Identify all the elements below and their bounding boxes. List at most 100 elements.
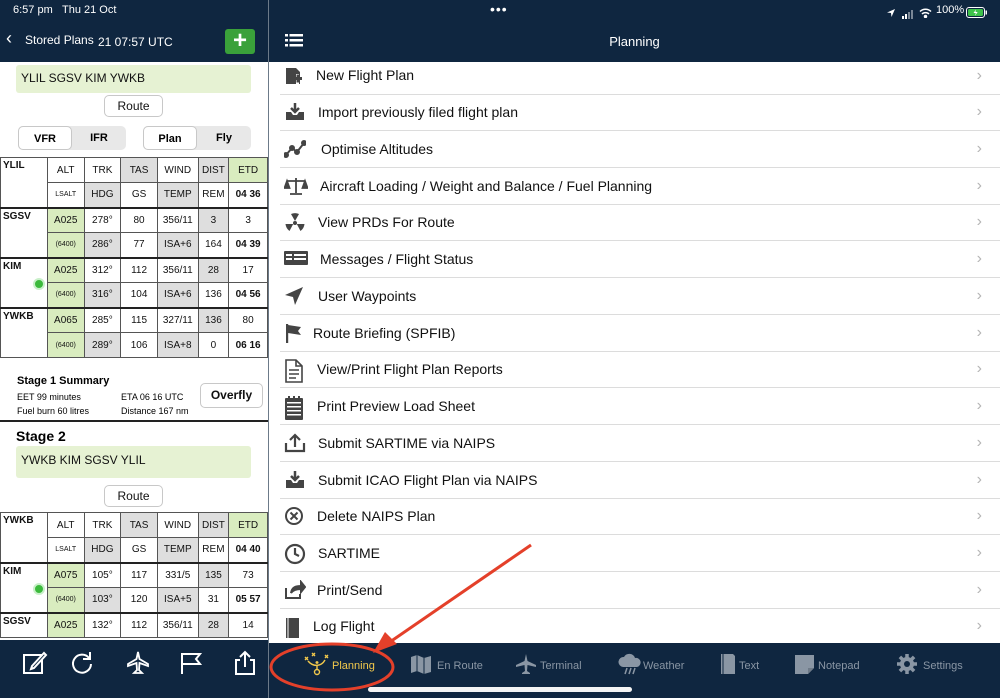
menu-item-new-flight-plan[interactable]: New Flight Plan › [280,58,1000,95]
menu-item-submit-icao[interactable]: Submit ICAO Flight Plan via NAIPS › [280,462,1000,499]
multitasking-dots-icon[interactable]: ••• [490,1,508,17]
gear-icon [896,653,918,675]
status-time: 6:57 pm [13,4,53,16]
table-cell: 285° [83,306,122,333]
table-cell[interactable]: A065 [46,306,85,333]
fly-segment[interactable]: Fly [197,126,251,150]
battery-icon [966,5,988,23]
chevron-right-icon: › [976,507,982,524]
status-date: Thu 21 Oct [62,4,117,16]
position-dot-icon [33,277,45,290]
table-cell[interactable]: 356/11 [156,611,199,638]
refresh-icon[interactable] [69,650,95,676]
tab-label: Notepad [818,660,860,672]
waypoint-kim[interactable]: KIM [0,256,48,308]
etd-time[interactable]: 04 40 [228,537,268,563]
table-cell[interactable]: A025 [46,256,85,283]
add-plan-button[interactable]: + [225,29,255,54]
table-cell: 135 [197,561,230,588]
table-cell: ISA+5 [156,587,199,613]
stage1-route-text[interactable]: YLIL SGSV KIM YWKB [16,65,251,93]
vfr-segment[interactable]: VFR [18,126,72,150]
waypoint-kim[interactable]: KIM [0,561,48,613]
waypoint-sgsv[interactable]: SGSV [0,206,48,258]
table-cell: ISA+8 [156,332,199,358]
table-cell: 120 [120,587,158,613]
table-cell[interactable]: 331/5 [156,561,199,588]
share-icon[interactable] [232,650,258,676]
table-cell[interactable]: 327/11 [156,306,199,333]
menu-label: New Flight Plan [316,67,415,83]
left-toolbar [0,640,268,698]
page-title: Planning [609,34,660,49]
waypoint-origin[interactable]: YLIL [0,157,48,208]
delete-circle-icon [284,506,306,526]
table-cell[interactable]: 117 [120,561,158,588]
menu-label: Delete NAIPS Plan [317,508,436,524]
menu-item-aircraft-loading[interactable]: Aircraft Loading / Weight and Balance / … [280,168,1000,205]
tab-label: Weather [643,660,685,672]
chevron-right-icon: › [976,250,982,267]
header-lsalt: LSALT [46,182,85,208]
stage1-flight-plan-table: YLIL ALT TRK TAS WIND DIST ETD LSALT HDG… [0,157,268,358]
menu-label: Import previously filed flight plan [318,104,518,120]
waypoint-sgsv[interactable]: SGSV [0,611,48,638]
menu-item-messages[interactable]: Messages / Flight Status › [280,241,1000,278]
table-cell: 103° [83,587,122,613]
chevron-right-icon: › [976,617,982,634]
menu-item-view-print-reports[interactable]: View/Print Flight Plan Reports › [280,351,1000,388]
table-cell[interactable]: 112 [120,611,158,638]
location-arrow-icon [284,286,306,306]
menu-item-view-prds[interactable]: View PRDs For Route › [280,204,1000,241]
ifr-segment[interactable]: IFR [72,126,126,150]
menu-label: User Waypoints [318,288,417,304]
table-cell[interactable]: A025 [46,611,85,638]
table-cell: 06 16 [228,332,268,358]
menu-item-print-preview-load-sheet[interactable]: Print Preview Load Sheet › [280,388,1000,425]
messages-icon [284,249,308,269]
summary-eta: ETA 06 16 UTC [121,392,184,402]
table-cell: 04 39 [228,232,268,258]
menu-item-delete-naips[interactable]: Delete NAIPS Plan › [280,498,1000,535]
airplane-icon[interactable] [125,650,151,676]
menu-item-submit-sartime[interactable]: Submit SARTIME via NAIPS › [280,425,1000,462]
menu-label: Submit SARTIME via NAIPS [318,435,496,451]
header-gs: GS [120,537,158,563]
flag-icon[interactable] [178,650,204,676]
table-cell: 164 [197,232,230,258]
menu-label: View PRDs For Route [318,214,455,230]
menu-item-optimise-altitudes[interactable]: Optimise Altitudes › [280,131,1000,168]
overfly-button[interactable]: Overfly [200,383,263,408]
table-cell[interactable]: A025 [46,206,85,233]
table-cell[interactable]: 356/11 [156,256,199,283]
menu-item-user-waypoints[interactable]: User Waypoints › [280,278,1000,315]
header-gs: GS [120,182,158,208]
right-header: ••• 100% Planning [269,0,1000,62]
header-trk: TRK [83,512,122,538]
annotation-arrow [269,543,532,692]
table-cell: 14 [228,611,268,638]
chevron-right-icon: › [976,287,982,304]
waypoint-origin[interactable]: YWKB [0,512,48,563]
stage2-route-button[interactable]: Route [104,485,163,507]
etd-time[interactable]: 04 36 [228,182,268,208]
table-cell[interactable]: 356/11 [156,206,199,233]
table-cell: (6400) [46,332,85,358]
position-dot-icon [33,582,45,595]
menu-item-import-plan[interactable]: Import previously filed flight plan › [280,94,1000,131]
import-icon [284,102,306,122]
table-cell[interactable]: 80 [120,206,158,233]
table-cell[interactable]: 112 [120,256,158,283]
table-cell[interactable]: A075 [46,561,85,588]
table-cell: 3 [228,206,268,233]
edit-icon[interactable] [22,650,48,676]
waypoint-ywkb[interactable]: YWKB [0,306,48,358]
table-cell[interactable]: 115 [120,306,158,333]
menu-item-route-briefing[interactable]: Route Briefing (SPFIB) › [280,315,1000,352]
stage2-route-text[interactable]: YWKB KIM SGSV YLIL [16,446,251,478]
stage-divider [0,420,268,422]
stage1-route-button[interactable]: Route [104,95,163,117]
table-cell: 04 56 [228,282,268,308]
menu-label: Submit ICAO Flight Plan via NAIPS [318,472,538,488]
plan-segment[interactable]: Plan [143,126,197,150]
